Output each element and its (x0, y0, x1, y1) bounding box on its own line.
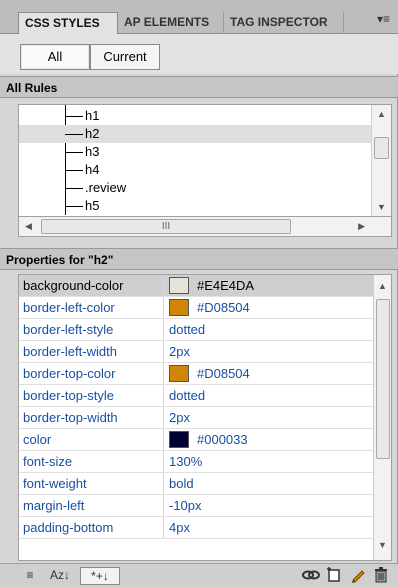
panel-tab-bar: CSS STYLES AP ELEMENTS TAG INSPECTOR ▾≡ (0, 0, 398, 35)
scroll-left-arrow-icon[interactable]: ◀ (25, 221, 32, 232)
property-name[interactable]: border-left-color (23, 300, 115, 315)
new-css-rule-icon[interactable] (326, 567, 346, 585)
rule-item[interactable]: h5 (19, 197, 371, 215)
property-value[interactable]: #D08504 (197, 366, 250, 381)
property-value[interactable]: -10px (169, 498, 202, 513)
rule-label: h1 (85, 108, 100, 123)
scroll-up-arrow-icon[interactable]: ▲ (377, 109, 386, 119)
properties-vertical-scrollbar[interactable]: ▲ ▼ (373, 275, 391, 560)
all-mode-button[interactable]: All (20, 44, 90, 70)
rules-tree[interactable]: h1 h2 h3 h4 .review h5 ▲ ▼ (18, 104, 392, 217)
panel-options-menu-icon[interactable]: ▾≡ (377, 12, 390, 26)
current-mode-button[interactable]: Current (90, 44, 160, 70)
scroll-down-arrow-icon[interactable]: ▼ (378, 540, 387, 550)
property-row[interactable]: border-left-color #D08504 (19, 297, 373, 319)
view-toggle-row: All Current (0, 34, 398, 74)
scroll-up-arrow-icon[interactable]: ▲ (378, 281, 387, 291)
rule-label: .review (85, 180, 127, 195)
property-value[interactable]: bold (169, 476, 194, 491)
rule-item[interactable]: h4 (19, 161, 371, 179)
rule-label: h3 (85, 144, 100, 159)
show-set-properties-icon[interactable]: *+↓ (80, 567, 120, 585)
property-name[interactable]: border-left-style (23, 322, 113, 337)
property-name[interactable]: margin-left (23, 498, 84, 513)
property-row[interactable]: color #000033 (19, 429, 373, 451)
scrollbar-thumb[interactable]: III (41, 219, 291, 234)
attach-stylesheet-icon[interactable] (302, 567, 322, 585)
scroll-down-arrow-icon[interactable]: ▼ (377, 202, 386, 212)
rule-label: h2 (85, 126, 100, 141)
property-value[interactable]: 4px (169, 520, 190, 535)
rule-item[interactable]: h1 (19, 107, 371, 125)
rule-item[interactable]: .review (19, 179, 371, 197)
property-value[interactable]: #D08504 (197, 300, 250, 315)
property-value[interactable]: 2px (169, 410, 190, 425)
color-swatch[interactable] (169, 365, 189, 382)
rule-label: h5 (85, 198, 100, 213)
properties-grid[interactable]: background-color #E4E4DA border-left-col… (18, 274, 392, 561)
color-swatch[interactable] (169, 299, 189, 316)
css-styles-panel: CSS STYLES AP ELEMENTS TAG INSPECTOR ▾≡ … (0, 0, 398, 587)
scrollbar-thumb[interactable] (376, 299, 390, 459)
property-row[interactable]: border-left-width 2px (19, 341, 373, 363)
property-name[interactable]: border-top-width (23, 410, 118, 425)
tab-ap-elements[interactable]: AP ELEMENTS (118, 12, 224, 34)
tab-css-styles[interactable]: CSS STYLES (18, 12, 118, 35)
property-row[interactable]: border-top-width 2px (19, 407, 373, 429)
sort-az-icon[interactable]: Az↓ (42, 567, 78, 585)
rules-horizontal-scrollbar[interactable]: ◀ III ▶ (18, 217, 392, 237)
property-value[interactable]: dotted (169, 322, 205, 337)
delete-css-rule-icon[interactable] (374, 567, 394, 585)
property-value[interactable]: 130% (169, 454, 202, 469)
property-value[interactable]: 2px (169, 344, 190, 359)
property-row[interactable]: font-size 130% (19, 451, 373, 473)
rule-item[interactable]: h3 (19, 143, 371, 161)
property-name[interactable]: background-color (23, 278, 123, 293)
rule-item-selected[interactable]: h2 (19, 125, 371, 143)
color-swatch[interactable] (169, 277, 189, 294)
bottom-toolbar: ≡ Az↓ *+↓ (0, 563, 398, 587)
property-value[interactable]: dotted (169, 388, 205, 403)
property-name[interactable]: font-size (23, 454, 72, 469)
category-view-icon[interactable]: ≡ (20, 567, 40, 585)
property-value[interactable]: #000033 (197, 432, 248, 447)
property-row[interactable]: border-left-style dotted (19, 319, 373, 341)
property-name[interactable]: border-top-color (23, 366, 116, 381)
property-row[interactable]: background-color #E4E4DA (19, 275, 373, 297)
property-value[interactable]: #E4E4DA (197, 278, 254, 293)
property-name[interactable]: padding-bottom (23, 520, 113, 535)
edit-style-icon[interactable] (350, 567, 370, 585)
property-row[interactable]: border-top-color #D08504 (19, 363, 373, 385)
properties-header[interactable]: Properties for "h2" (0, 248, 398, 270)
property-row[interactable]: padding-bottom 4px (19, 517, 373, 539)
all-rules-header[interactable]: All Rules (0, 76, 398, 98)
property-name[interactable]: font-weight (23, 476, 87, 491)
property-row[interactable]: margin-left -10px (19, 495, 373, 517)
rule-label: h4 (85, 162, 100, 177)
rules-vertical-scrollbar[interactable]: ▲ ▼ (371, 105, 391, 216)
property-row[interactable]: font-weight bold (19, 473, 373, 495)
property-row[interactable]: border-top-style dotted (19, 385, 373, 407)
tab-tag-inspector[interactable]: TAG INSPECTOR (224, 12, 344, 34)
scroll-right-arrow-icon[interactable]: ▶ (358, 221, 365, 232)
property-name[interactable]: border-left-width (23, 344, 117, 359)
property-name[interactable]: color (23, 432, 51, 447)
color-swatch[interactable] (169, 431, 189, 448)
property-name[interactable]: border-top-style (23, 388, 114, 403)
scrollbar-thumb[interactable] (374, 137, 389, 159)
